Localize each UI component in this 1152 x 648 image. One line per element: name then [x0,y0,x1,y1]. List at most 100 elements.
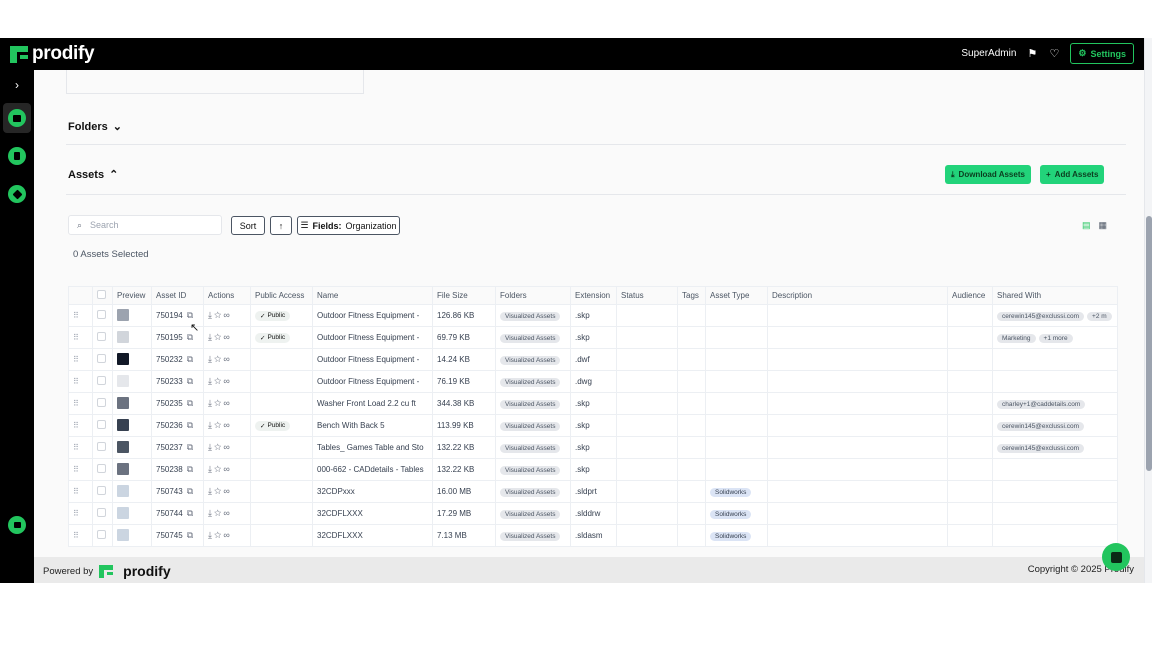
sidebar-item-documents[interactable] [5,144,29,168]
preview-thumbnail[interactable] [112,370,152,393]
column-header[interactable]: Asset ID [151,286,204,305]
scrollbar[interactable] [1144,38,1152,583]
asset-id[interactable]: 750233 [156,377,183,386]
asset-id[interactable]: 750194 [156,311,183,320]
link-icon[interactable]: ∞ [223,508,231,518]
asset-id[interactable]: 750237 [156,443,183,452]
column-header[interactable]: Description [767,286,948,305]
user-name[interactable]: SuperAdmin [961,48,1016,59]
star-icon[interactable]: ☆ [214,508,223,518]
table-row[interactable]: ⠿ 750744 ⧉ ⤓☆∞ 32CDFLXXX 17.29 MB Visuali… [68,502,1118,525]
drag-handle[interactable]: ⠿ [68,524,93,547]
external-link-icon[interactable]: ⧉ [187,420,193,430]
chat-launcher-button[interactable] [1102,543,1130,571]
column-header[interactable]: Extension [570,286,617,305]
sort-button[interactable]: Sort [231,216,265,235]
name-cell[interactable]: 000-662 - CADdetails - Tables [312,458,433,481]
column-header[interactable]: Public Access [250,286,313,305]
external-link-icon[interactable]: ⧉ [187,508,193,518]
search-input[interactable]: ⌕ Search [68,215,222,235]
sidebar-item-tags[interactable] [5,182,29,206]
drag-handle[interactable]: ⠿ [68,458,93,481]
asset-id-cell[interactable]: 750233 ⧉ [151,370,204,393]
drag-handle[interactable]: ⠿ [68,414,93,437]
preview-thumbnail[interactable] [112,414,152,437]
preview-thumbnail[interactable] [112,502,152,525]
star-icon[interactable]: ☆ [214,310,223,320]
table-row[interactable]: ⠿ 750237 ⧉ ⤓☆∞ Tables_ Games Table and St… [68,436,1118,459]
row-checkbox[interactable] [92,414,113,437]
list-view-icon[interactable]: ▤ [1082,220,1091,231]
link-icon[interactable]: ∞ [223,464,231,474]
table-row[interactable]: ⠿ 750238 ⧉ ⤓☆∞ 000-662 - CADdetails - Tab… [68,458,1118,481]
fields-button[interactable]: ☰ Fields: Organization [297,216,400,235]
asset-id[interactable]: 750743 [156,487,183,496]
table-row[interactable]: ⠿ 750235 ⧉ ⤓☆∞ Washer Front Load 2.2 cu f… [68,392,1118,415]
row-checkbox[interactable] [92,524,113,547]
star-icon[interactable]: ☆ [214,398,223,408]
name-cell[interactable]: 32CDFLXXX [312,524,433,547]
drag-handle[interactable]: ⠿ [68,392,93,415]
row-checkbox[interactable] [92,370,113,393]
name-cell[interactable]: Outdoor Fitness Equipment - [312,304,433,327]
star-icon[interactable]: ☆ [214,354,223,364]
star-icon[interactable]: ☆ [214,530,223,540]
drag-handle[interactable]: ⠿ [68,304,93,327]
star-icon[interactable]: ☆ [214,376,223,386]
preview-thumbnail[interactable] [112,524,152,547]
preview-thumbnail[interactable] [112,326,152,349]
preview-thumbnail[interactable] [112,458,152,481]
external-link-icon[interactable]: ⧉ [187,442,193,452]
select-all-checkbox[interactable] [92,286,113,305]
star-icon[interactable]: ☆ [214,442,223,452]
flag-icon[interactable]: ⚑ [1026,48,1038,60]
column-header[interactable]: Audience [947,286,993,305]
column-header[interactable]: Status [616,286,678,305]
asset-id-cell[interactable]: 750744 ⧉ [151,502,204,525]
preview-thumbnail[interactable] [112,480,152,503]
drag-handle[interactable]: ⠿ [68,370,93,393]
preview-thumbnail[interactable] [112,436,152,459]
asset-id[interactable]: 750195 [156,333,183,342]
sort-direction-button[interactable]: ↑ [270,216,292,235]
column-header[interactable]: Shared With [992,286,1118,305]
external-link-icon[interactable]: ⧉ [187,398,193,408]
folders-toggle[interactable]: Folders ⌄ [68,120,122,134]
row-checkbox[interactable] [92,326,113,349]
sidebar-item-analytics[interactable] [5,513,29,537]
asset-id[interactable]: 750236 [156,421,183,430]
column-header[interactable]: Actions [203,286,251,305]
row-checkbox[interactable] [92,304,113,327]
column-header[interactable]: Name [312,286,433,305]
row-checkbox[interactable] [92,392,113,415]
link-icon[interactable]: ∞ [223,354,231,364]
table-row[interactable]: ⠿ 750236 ⧉ ⤓☆∞ ✓ Public Bench With Back 5 … [68,414,1118,437]
table-row[interactable]: ⠿ 750743 ⧉ ⤓☆∞ 32CDPxxx 16.00 MB Visualiz… [68,480,1118,503]
column-header[interactable]: File Size [432,286,496,305]
assets-toggle[interactable]: Assets ⌃ [68,168,118,182]
link-icon[interactable]: ∞ [223,376,231,386]
table-row[interactable]: ⠿ 750233 ⧉ ⤓☆∞ Outdoor Fitness Equipment … [68,370,1118,393]
table-row[interactable]: ⠿ 750232 ⧉ ⤓☆∞ Outdoor Fitness Equipment … [68,348,1118,371]
link-icon[interactable]: ∞ [223,398,231,408]
link-icon[interactable]: ∞ [223,310,231,320]
asset-id[interactable]: 750235 [156,399,183,408]
star-icon[interactable]: ☆ [214,332,223,342]
drag-handle[interactable]: ⠿ [68,480,93,503]
row-checkbox[interactable] [92,502,113,525]
column-header[interactable]: Folders [495,286,571,305]
asset-id[interactable]: 750232 [156,355,183,364]
table-row[interactable]: ⠿ 750745 ⧉ ⤓☆∞ 32CDFLXXX 7.13 MB Visualiz… [68,524,1118,547]
drag-handle[interactable]: ⠿ [68,502,93,525]
name-cell[interactable]: Outdoor Fitness Equipment - [312,370,433,393]
name-cell[interactable]: 32CDFLXXX [312,502,433,525]
name-cell[interactable]: Outdoor Fitness Equipment - [312,348,433,371]
external-link-icon[interactable]: ⧉ [187,486,193,496]
star-icon[interactable]: ☆ [214,464,223,474]
name-cell[interactable]: Washer Front Load 2.2 cu ft [312,392,433,415]
star-icon[interactable]: ☆ [214,420,223,430]
asset-id-cell[interactable]: 750236 ⧉ [151,414,204,437]
link-icon[interactable]: ∞ [223,486,231,496]
asset-id-cell[interactable]: 750238 ⧉ [151,458,204,481]
asset-id[interactable]: 750744 [156,509,183,518]
